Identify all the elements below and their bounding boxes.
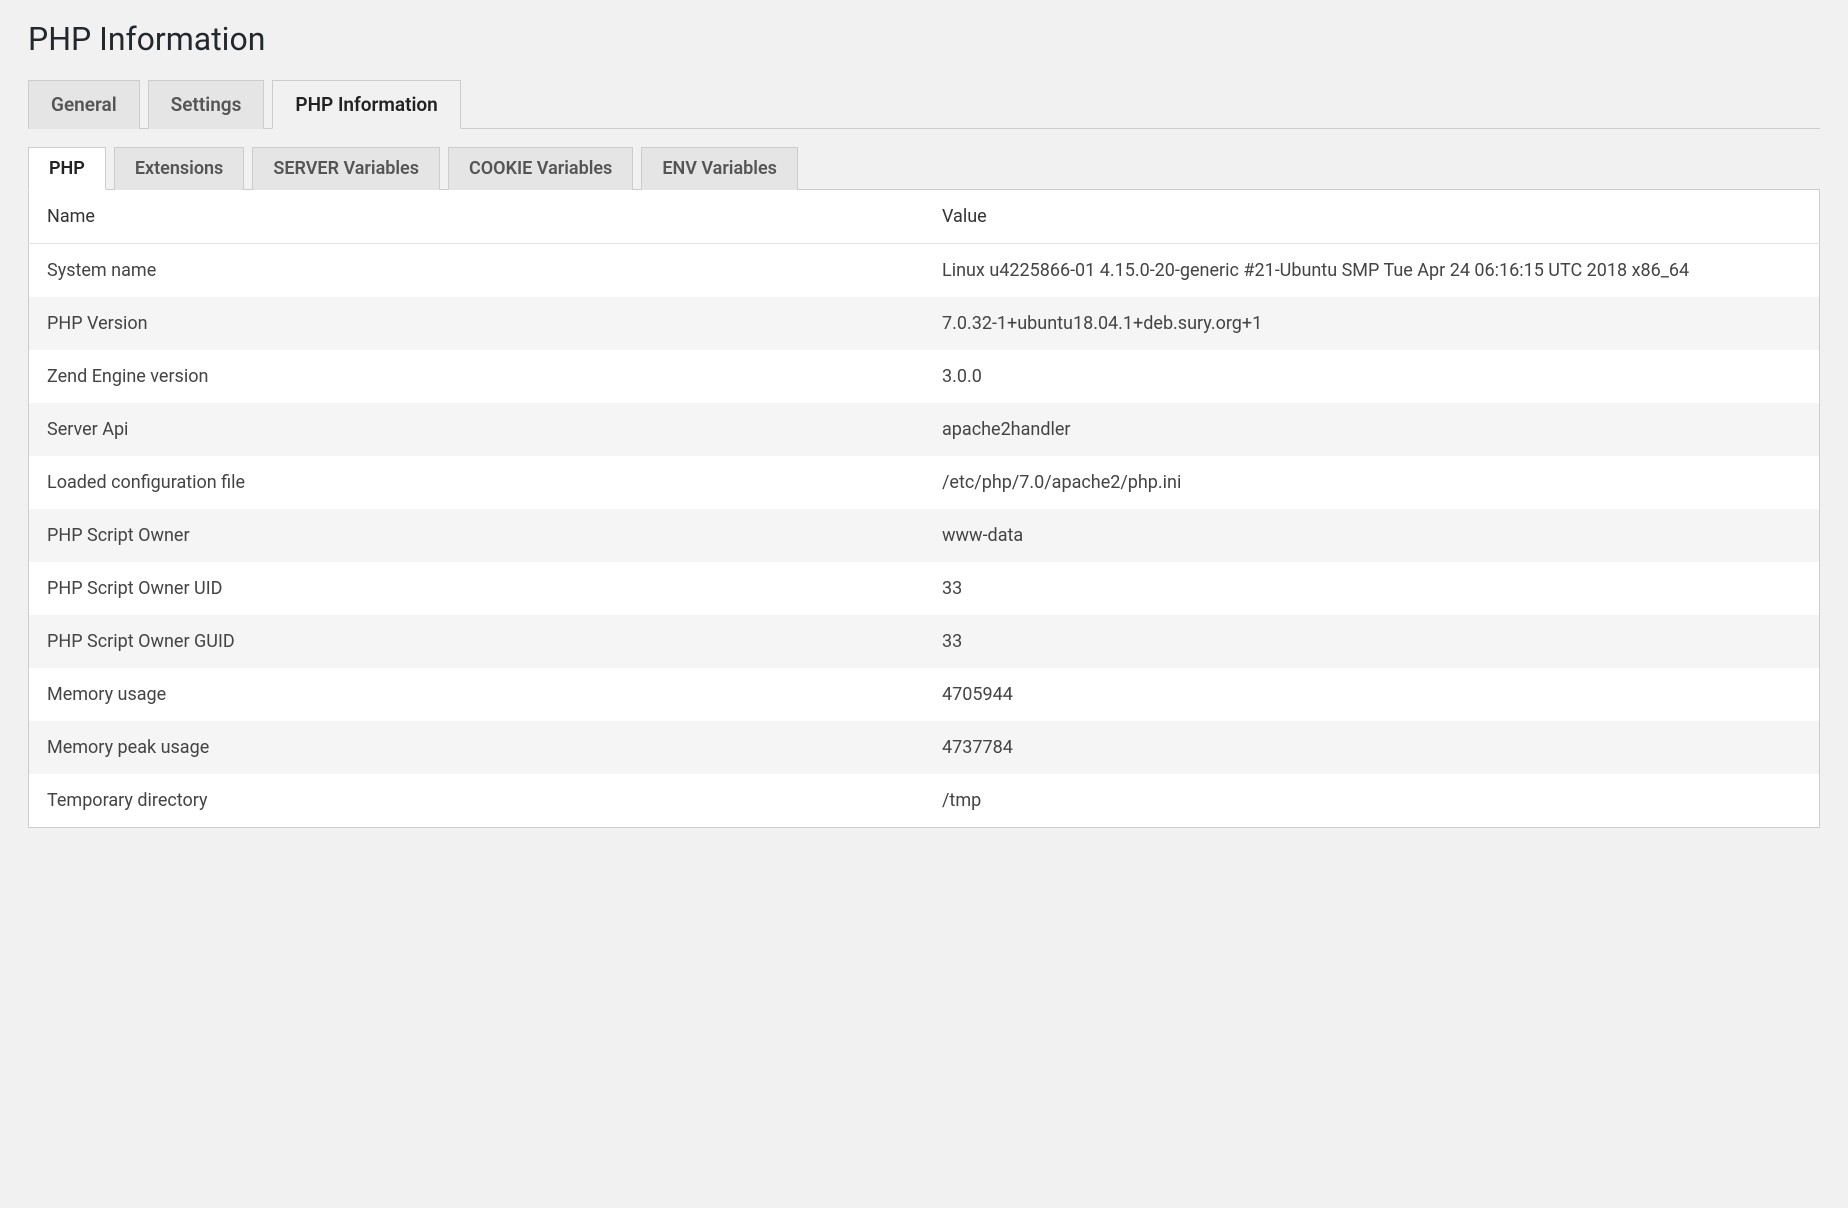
table-row: PHP Script Ownerwww-data xyxy=(29,509,1820,562)
sub-tabs: PHP Extensions SERVER Variables COOKIE V… xyxy=(28,147,1820,190)
subtab-env-variables[interactable]: ENV Variables xyxy=(641,147,798,190)
primary-tabs: General Settings PHP Information xyxy=(28,80,1820,129)
table-cell-name: Server Api xyxy=(29,403,925,456)
table-body: System nameLinux u4225866-01 4.15.0-20-g… xyxy=(29,244,1820,828)
table-row: Temporary directory/tmp xyxy=(29,774,1820,828)
table-cell-value: 33 xyxy=(924,562,1820,615)
table-row: Server Apiapache2handler xyxy=(29,403,1820,456)
table-row: Memory peak usage4737784 xyxy=(29,721,1820,774)
table-row: System nameLinux u4225866-01 4.15.0-20-g… xyxy=(29,244,1820,298)
page-title: PHP Information xyxy=(28,20,1820,58)
table-row: Zend Engine version3.0.0 xyxy=(29,350,1820,403)
subtab-server-variables[interactable]: SERVER Variables xyxy=(252,147,440,190)
table-row: PHP Version7.0.32-1+ubuntu18.04.1+deb.su… xyxy=(29,297,1820,350)
table-cell-value: apache2handler xyxy=(924,403,1820,456)
table-cell-name: Zend Engine version xyxy=(29,350,925,403)
table-cell-value: 3.0.0 xyxy=(924,350,1820,403)
tab-php-information[interactable]: PHP Information xyxy=(272,80,460,129)
table-cell-name: Memory usage xyxy=(29,668,925,721)
table-row: Memory usage4705944 xyxy=(29,668,1820,721)
php-info-table: Name Value System nameLinux u4225866-01 … xyxy=(28,190,1820,828)
tab-settings[interactable]: Settings xyxy=(148,80,265,129)
table-cell-value: 4705944 xyxy=(924,668,1820,721)
table-cell-name: System name xyxy=(29,244,925,298)
table-cell-name: PHP Version xyxy=(29,297,925,350)
table-cell-value: /tmp xyxy=(924,774,1820,828)
table-cell-name: Temporary directory xyxy=(29,774,925,828)
table-header-value: Value xyxy=(924,190,1820,244)
table-cell-value: /etc/php/7.0/apache2/php.ini xyxy=(924,456,1820,509)
table-cell-name: Memory peak usage xyxy=(29,721,925,774)
table-cell-name: Loaded configuration file xyxy=(29,456,925,509)
tab-general[interactable]: General xyxy=(28,80,140,129)
table-cell-value: 7.0.32-1+ubuntu18.04.1+deb.sury.org+1 xyxy=(924,297,1820,350)
table-row: PHP Script Owner UID33 xyxy=(29,562,1820,615)
table-row: PHP Script Owner GUID33 xyxy=(29,615,1820,668)
table-cell-value: 4737784 xyxy=(924,721,1820,774)
table-cell-name: PHP Script Owner xyxy=(29,509,925,562)
subtab-php[interactable]: PHP xyxy=(28,147,106,190)
table-cell-name: PHP Script Owner GUID xyxy=(29,615,925,668)
table-row: Loaded configuration file/etc/php/7.0/ap… xyxy=(29,456,1820,509)
table-cell-value: Linux u4225866-01 4.15.0-20-generic #21-… xyxy=(924,244,1820,298)
table-cell-name: PHP Script Owner UID xyxy=(29,562,925,615)
subtab-extensions[interactable]: Extensions xyxy=(114,147,244,190)
subtab-cookie-variables[interactable]: COOKIE Variables xyxy=(448,147,633,190)
table-header-name: Name xyxy=(29,190,925,244)
table-cell-value: 33 xyxy=(924,615,1820,668)
table-cell-value: www-data xyxy=(924,509,1820,562)
